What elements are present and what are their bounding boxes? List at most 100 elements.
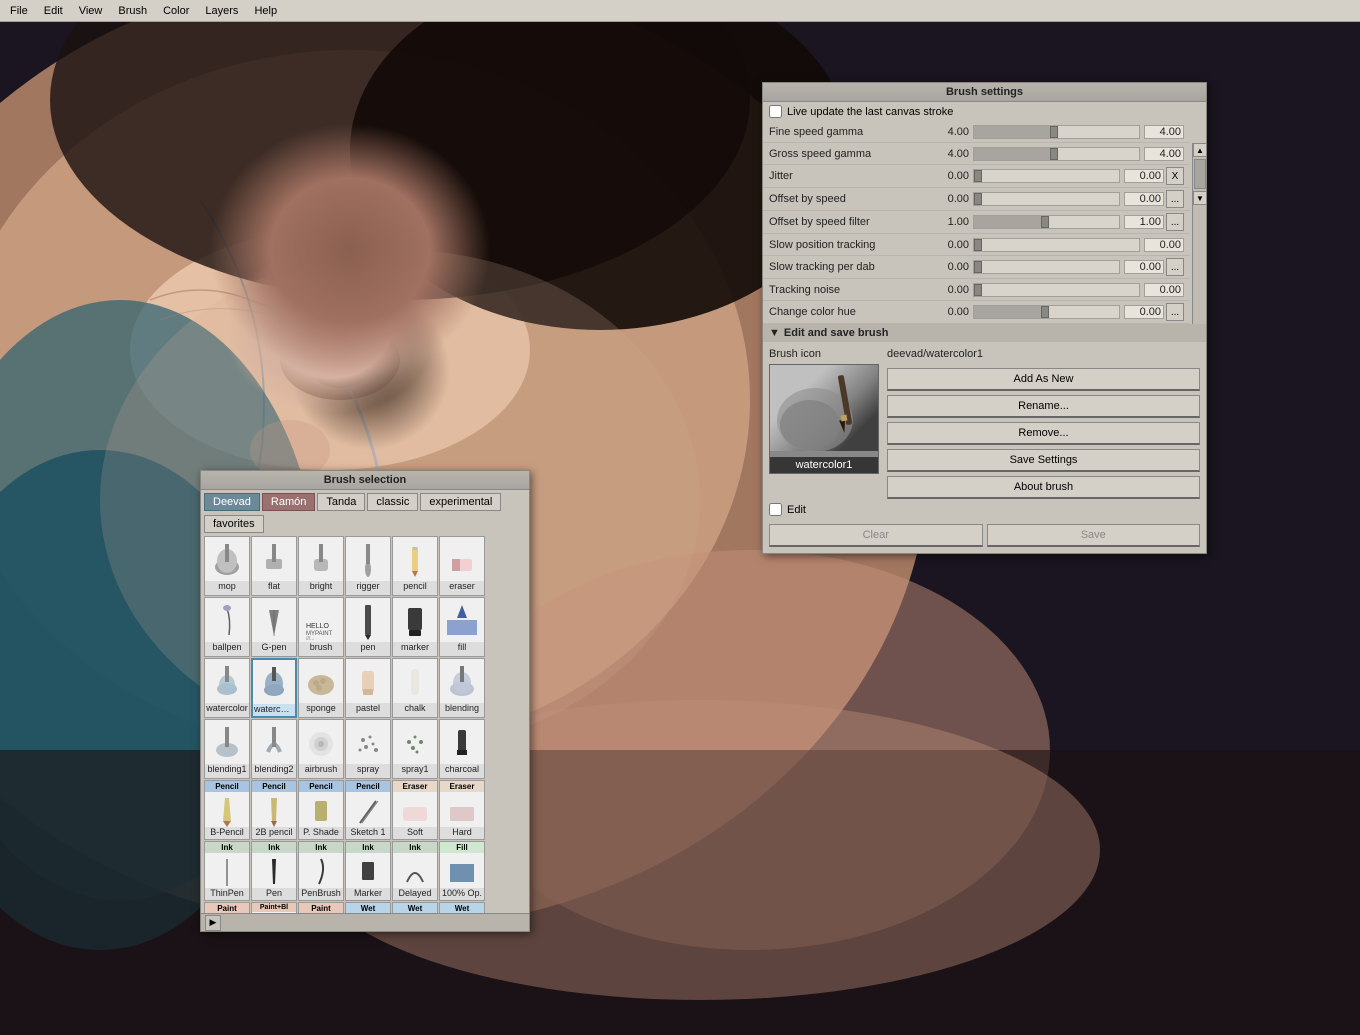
setting-fine-speed-slider[interactable] (973, 125, 1140, 139)
scroll-right-arrow[interactable]: ▶ (205, 915, 221, 931)
tab-ramon[interactable]: Ramón (262, 493, 315, 511)
brush-spray-thumb (346, 720, 390, 764)
brush-flat[interactable]: flat (251, 536, 297, 596)
brush-row-pencil: Pencil B-Pencil Pencil 2B pencil Pencil (204, 780, 526, 840)
brush-direction[interactable]: Wet Direction (439, 902, 485, 913)
brush-eraser[interactable]: eraser (439, 536, 485, 596)
brush-blending-label: blending (440, 703, 484, 715)
setting-offset-speed-slider[interactable] (973, 192, 1120, 206)
save-button[interactable]: Save (987, 524, 1201, 547)
menu-color[interactable]: Color (155, 3, 197, 19)
clear-button[interactable]: Clear (769, 524, 983, 547)
edit-checkbox[interactable] (769, 503, 782, 516)
brush-watercolor1[interactable]: watercolor1 (251, 658, 297, 718)
about-brush-button[interactable]: About brush (887, 476, 1200, 499)
collapse-arrow[interactable]: ▼ (769, 327, 780, 339)
setting-offset-speed-filter-slider[interactable] (973, 215, 1120, 229)
scrollbar-down[interactable]: ▼ (1193, 191, 1207, 205)
brush-spray[interactable]: spray (345, 719, 391, 779)
brush-airbrush[interactable]: airbrush (298, 719, 344, 779)
tab-deevad[interactable]: Deevad (204, 493, 260, 511)
tab-tanda[interactable]: Tanda (317, 493, 365, 511)
brush-penbrush[interactable]: Ink PenBrush (298, 841, 344, 901)
setting-change-hue-btn[interactable]: ... (1166, 303, 1184, 321)
setting-offset-speed-filter-label: Offset by speed filter (769, 216, 929, 228)
brush-round-bl[interactable]: Paint+Bl Round Bl. (251, 902, 297, 913)
brush-blending2[interactable]: blending2 (251, 719, 297, 779)
brush-marker[interactable]: marker (392, 597, 438, 657)
brush-mop[interactable]: mop (204, 536, 250, 596)
rename-button[interactable]: Rename... (887, 395, 1200, 418)
brush-sketch1[interactable]: Pencil Sketch 1 (345, 780, 391, 840)
brush-eraser-soft[interactable]: Eraser Soft (392, 780, 438, 840)
brush-2bpencil[interactable]: Pencil 2B pencil (251, 780, 297, 840)
brush-100op[interactable]: Fill 100% Op. (439, 841, 485, 901)
setting-offset-speed-btn[interactable]: ... (1166, 190, 1184, 208)
setting-offset-speed-filter-btn[interactable]: ... (1166, 213, 1184, 231)
add-as-new-button[interactable]: Add As New (887, 368, 1200, 391)
setting-jitter-slider[interactable] (973, 169, 1120, 183)
brush-round[interactable]: Paint Round (204, 902, 250, 913)
setting-slow-position: Slow position tracking 0.00 0.00 (763, 234, 1190, 256)
menu-view[interactable]: View (71, 3, 111, 19)
brush-blending[interactable]: blending (439, 658, 485, 718)
setting-tracking-noise-slider[interactable] (973, 283, 1140, 297)
brush-spray1[interactable]: spray1 (392, 719, 438, 779)
brush-buttons-column: deevad/watercolor1 Add As New Rename... … (887, 348, 1200, 499)
brush-pen[interactable]: pen (345, 597, 391, 657)
setting-gross-speed: Gross speed gamma 4.00 4.00 (763, 143, 1190, 165)
setting-slow-tracking-dab-slider[interactable] (973, 260, 1120, 274)
brush-airbrush-label: airbrush (299, 764, 343, 776)
brush-wet-round[interactable]: Wet Round (392, 902, 438, 913)
brush-bright[interactable]: bright (298, 536, 344, 596)
brush-fill[interactable]: fill (439, 597, 485, 657)
brush-rs-blend[interactable]: Wet R-S blend (345, 902, 391, 913)
tab-experimental[interactable]: experimental (420, 493, 501, 511)
setting-offset-speed-val1: 0.00 (929, 193, 969, 205)
menu-edit[interactable]: Edit (36, 3, 71, 19)
scrollbar-up[interactable]: ▲ (1193, 143, 1207, 157)
brush-pastel-thumb (346, 659, 390, 703)
brush-eraser-hard[interactable]: Eraser Hard (439, 780, 485, 840)
live-update-checkbox[interactable] (769, 105, 782, 118)
brush-ink-pen[interactable]: Ink Pen (251, 841, 297, 901)
brush-pastel[interactable]: pastel (345, 658, 391, 718)
brush-brush[interactable]: HELLO MYPAINT ///... brush (298, 597, 344, 657)
brush-charcoal[interactable]: charcoal (439, 719, 485, 779)
brush-chalk-label: chalk (393, 703, 437, 715)
brush-bpencil-label: B-Pencil (205, 827, 249, 839)
brush-pencil[interactable]: pencil (392, 536, 438, 596)
menu-file[interactable]: File (2, 3, 36, 19)
setting-gross-speed-slider[interactable] (973, 147, 1140, 161)
brush-gpen-label: G-pen (252, 642, 296, 654)
menu-brush[interactable]: Brush (110, 3, 155, 19)
brush-2bpencil-thumb (252, 792, 296, 827)
setting-slow-tracking-dab-btn[interactable]: ... (1166, 258, 1184, 276)
tab-favorites[interactable]: favorites (204, 515, 264, 533)
brush-blending1[interactable]: blending1 (204, 719, 250, 779)
brush-watercolor[interactable]: watercolor (204, 658, 250, 718)
menu-layers[interactable]: Layers (197, 3, 246, 19)
tab-classic[interactable]: classic (367, 493, 418, 511)
setting-change-hue-slider[interactable] (973, 305, 1120, 319)
save-settings-button[interactable]: Save Settings (887, 449, 1200, 472)
brush-big-airbrush[interactable]: Paint Big AirBr. (298, 902, 344, 913)
brush-ballpen[interactable]: ballpen (204, 597, 250, 657)
brush-rigger-thumb (346, 537, 390, 581)
brush-thinpen[interactable]: Ink ThinPen (204, 841, 250, 901)
menu-help[interactable]: Help (246, 3, 285, 19)
brush-rigger[interactable]: rigger (345, 536, 391, 596)
setting-slow-position-slider[interactable] (973, 238, 1140, 252)
brush-gpen[interactable]: G-pen (251, 597, 297, 657)
brush-bpencil[interactable]: Pencil B-Pencil (204, 780, 250, 840)
brush-marker2[interactable]: Ink Marker (345, 841, 391, 901)
remove-button[interactable]: Remove... (887, 422, 1200, 445)
brush-selection-panel: Brush selection Deevad Ramón Tanda class… (200, 470, 530, 932)
brush-delayed[interactable]: Ink Delayed (392, 841, 438, 901)
setting-tracking-noise-val1: 0.00 (929, 284, 969, 296)
scrollbar-thumb[interactable] (1194, 159, 1206, 189)
setting-jitter-btn[interactable]: X (1166, 167, 1184, 185)
brush-chalk[interactable]: chalk (392, 658, 438, 718)
brush-pshade[interactable]: Pencil P. Shade (298, 780, 344, 840)
brush-sponge[interactable]: sponge (298, 658, 344, 718)
